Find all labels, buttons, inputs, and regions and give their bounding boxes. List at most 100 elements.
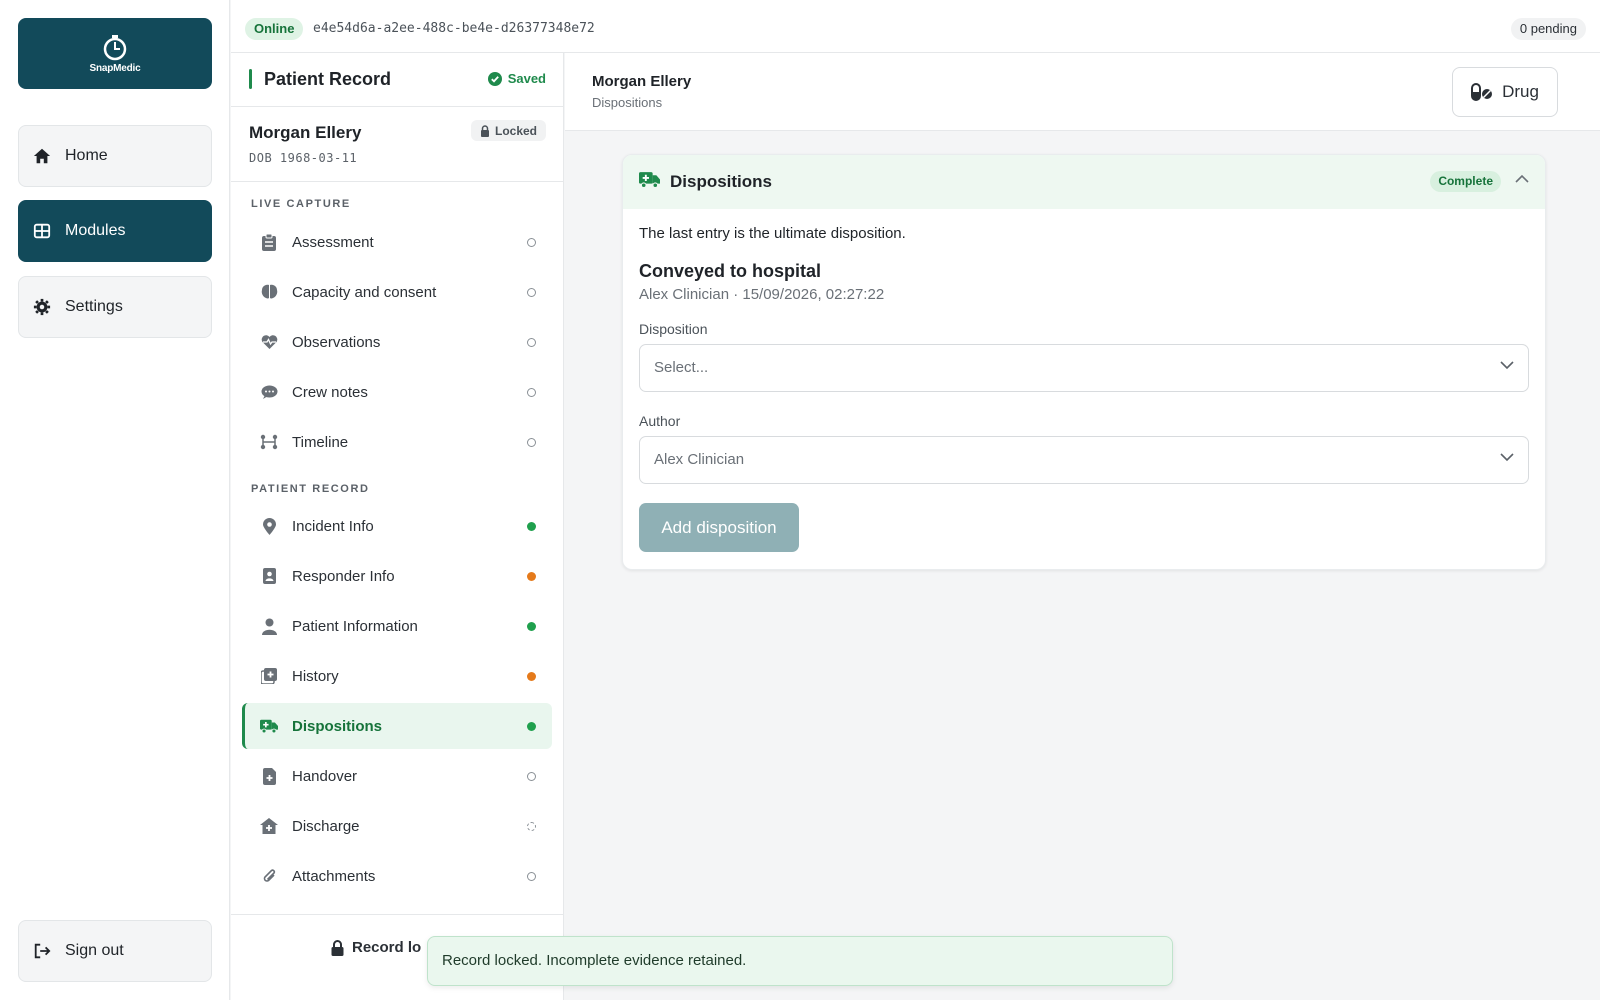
patient-name: Morgan Ellery	[249, 123, 362, 142]
sidebar-item-label: Capacity and consent	[292, 283, 437, 301]
author-select-value: Alex Clinician	[654, 451, 745, 468]
status-complete-icon	[527, 622, 536, 631]
online-status-badge: Online	[245, 18, 304, 40]
lock-icon	[331, 939, 344, 956]
sidebar-item-label: History	[292, 667, 339, 685]
nav-modules-button[interactable]: Modules	[18, 200, 212, 262]
drug-button[interactable]: Drug	[1452, 67, 1558, 117]
accent-bar	[249, 69, 252, 89]
logo-text: SnapMedic	[89, 63, 141, 74]
status-partial-icon	[527, 672, 536, 681]
sidebar-item-attachments[interactable]: Attachments	[242, 853, 552, 899]
patient-dob: DOB 1968-03-11	[249, 151, 358, 165]
section-patient-record: PATIENT RECORD	[251, 483, 370, 495]
main-section-subtitle: Dispositions	[592, 95, 663, 110]
user-icon	[260, 617, 278, 635]
chat-bubble-icon	[260, 383, 278, 401]
sidebar-item-discharge[interactable]: Discharge	[242, 803, 552, 849]
status-partial-icon	[527, 572, 536, 581]
main-header: Morgan Ellery Dispositions Drug	[565, 53, 1600, 131]
map-pin-icon	[260, 517, 278, 535]
sidebar-item-label: Assessment	[292, 233, 374, 251]
record-id: e4e54d6a-a2ee-488c-be4e-d26377348e72	[313, 21, 595, 36]
app-logo[interactable]: SnapMedic	[18, 18, 212, 89]
saved-indicator: Saved	[487, 71, 546, 86]
author-field-label: Author	[639, 413, 681, 429]
chevron-down-icon	[1500, 453, 1514, 462]
sidebar-item-observations[interactable]: Observations	[242, 319, 552, 365]
complete-badge: Complete	[1430, 171, 1501, 192]
card-header[interactable]: Dispositions Complete	[623, 155, 1545, 209]
sidebar-item-label: Dispositions	[292, 717, 383, 735]
disposition-select[interactable]: Select...	[639, 344, 1529, 392]
drug-button-label: Drug	[1502, 82, 1539, 101]
top-status-bar: Online e4e54d6a-a2ee-488c-be4e-d26377348…	[231, 0, 1600, 53]
sidebar-item-label: Incident Info	[292, 517, 374, 535]
last-disposition-title: Conveyed to hospital	[639, 261, 822, 281]
sidebar-item-label: Attachments	[292, 867, 376, 885]
status-empty-icon	[527, 872, 536, 881]
add-disposition-button[interactable]: Add disposition	[639, 503, 799, 552]
dispositions-card: Dispositions Complete The last entry is …	[622, 154, 1546, 570]
status-empty-icon	[527, 772, 536, 781]
timeline-icon	[260, 433, 278, 451]
sidebar-item-label: Observations	[292, 333, 381, 351]
sidebar-item-handover[interactable]: Handover	[242, 753, 552, 799]
ambulance-icon	[260, 717, 278, 735]
sidebar-item-timeline[interactable]: Timeline	[242, 419, 552, 465]
sign-out-label: Sign out	[65, 942, 124, 959]
sidebar-item-label: Responder Info	[292, 567, 395, 585]
id-badge-icon	[260, 567, 278, 585]
sidebar-item-label: Handover	[292, 767, 358, 785]
status-empty-icon	[527, 438, 536, 447]
record-lock-label: Record lo	[352, 939, 422, 956]
record-lock-button[interactable]: Record lo	[331, 939, 421, 956]
status-complete-icon	[527, 722, 536, 731]
status-empty-icon	[527, 288, 536, 297]
nav-modules-label: Modules	[65, 222, 126, 239]
nav-settings-label: Settings	[65, 298, 123, 315]
heart-pulse-icon	[260, 333, 278, 351]
toast-notification: Record locked. Incomplete evidence retai…	[427, 936, 1173, 986]
gear-icon	[33, 298, 51, 316]
sidebar-item-history[interactable]: History	[242, 653, 552, 699]
ambulance-icon	[639, 172, 660, 188]
stopwatch-icon	[103, 35, 127, 61]
locked-label: Locked	[494, 123, 537, 138]
patient-summary: Morgan Ellery DOB 1968-03-11 Locked	[231, 107, 564, 182]
chevron-up-icon[interactable]	[1515, 174, 1529, 183]
left-navigation: SnapMedic Home Modules Settings Sign out	[0, 0, 230, 1000]
sidebar-item-label: Crew notes	[292, 383, 368, 401]
paperclip-icon	[260, 867, 278, 885]
status-empty-icon	[527, 388, 536, 397]
sidebar-item-label: Discharge	[292, 817, 360, 835]
brain-icon	[260, 283, 278, 301]
clipboard-icon	[260, 233, 278, 251]
grid-icon	[33, 223, 51, 239]
status-empty-icon	[527, 338, 536, 347]
sidebar-item-crew-notes[interactable]: Crew notes	[242, 369, 552, 415]
sign-out-button[interactable]: Sign out	[18, 920, 212, 982]
status-complete-icon	[527, 522, 536, 531]
record-header: Patient Record Saved	[231, 53, 564, 107]
nav-settings-button[interactable]: Settings	[18, 276, 212, 338]
locked-badge: Locked	[470, 120, 546, 141]
sidebar-item-patient-information[interactable]: Patient Information	[242, 603, 552, 649]
sidebar-item-dispositions[interactable]: Dispositions	[242, 703, 552, 749]
author-select[interactable]: Alex Clinician	[639, 436, 1529, 484]
chevron-down-icon	[1500, 361, 1514, 370]
pending-count-badge[interactable]: 0 pending	[1510, 18, 1586, 40]
saved-label: Saved	[507, 71, 546, 86]
status-in-progress-icon	[527, 822, 536, 831]
record-title: Patient Record	[264, 69, 392, 89]
sidebar-item-capacity-and-consent[interactable]: Capacity and consent	[242, 269, 552, 315]
record-sidebar: Patient Record Saved Morgan Ellery DOB 1…	[231, 53, 564, 1000]
sidebar-item-label: Timeline	[292, 433, 349, 451]
sign-out-icon	[34, 943, 51, 959]
file-medical-icon	[260, 767, 278, 785]
nav-home-button[interactable]: Home	[18, 125, 212, 187]
sidebar-item-assessment[interactable]: Assessment	[242, 219, 552, 265]
sidebar-item-responder-info[interactable]: Responder Info	[242, 553, 552, 599]
sidebar-item-incident-info[interactable]: Incident Info	[242, 503, 552, 549]
status-empty-icon	[527, 238, 536, 247]
